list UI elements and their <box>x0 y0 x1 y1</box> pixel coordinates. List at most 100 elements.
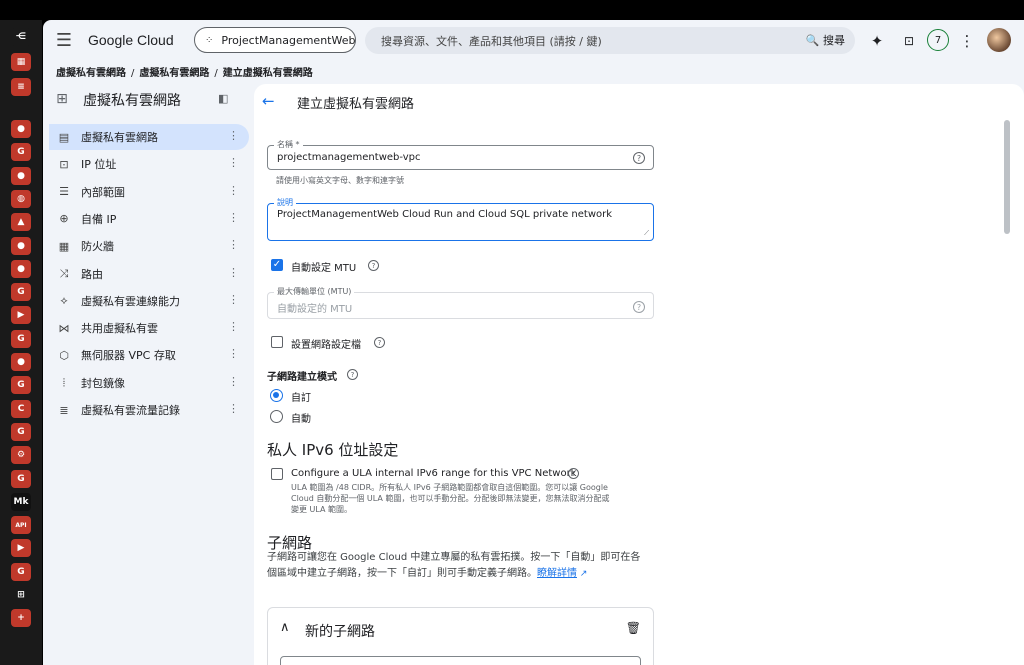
internal-ranges-icon: ☰ <box>59 185 69 199</box>
settings-icon[interactable]: ⚙ <box>11 446 31 465</box>
sidebar-item[interactable]: ⊕ 自備 IP ⋮ <box>49 206 249 232</box>
sidebar-item[interactable]: ⬡ 無伺服器 VPC 存取 ⋮ <box>49 342 249 368</box>
auto-mtu-label: 自動設定 MTU <box>291 263 357 274</box>
g-app-icon[interactable]: G <box>11 422 31 441</box>
github-icon[interactable]: ● <box>11 120 31 138</box>
drive-icon[interactable]: ▲ <box>11 213 31 232</box>
subnet-mode-custom-radio[interactable] <box>270 389 283 402</box>
auto-mtu-checkbox[interactable]: ✓ <box>271 259 283 271</box>
sidebar-item-label: 路由 <box>81 267 103 281</box>
github-icon[interactable]: ● <box>11 166 31 185</box>
chevron-up-icon[interactable]: ∧ <box>280 620 290 635</box>
breadcrumb: 虛擬私有雲網路 / 虛擬私有雲網路 / 建立虛擬私有雲網路 <box>56 68 313 79</box>
sidebar-item[interactable]: ▤ 虛擬私有雲網路 ⋮ <box>49 124 249 150</box>
add-icon[interactable]: + <box>11 609 31 628</box>
google-icon[interactable]: G <box>11 469 31 488</box>
search-list-icon[interactable]: ≡ <box>11 78 31 96</box>
sidebar-item[interactable]: ☰ 內部範圍 ⋮ <box>49 179 249 205</box>
scrollbar[interactable] <box>1004 120 1010 234</box>
sidebar-item[interactable]: ⦙ 封包鏡像 ⋮ <box>49 370 249 396</box>
sidebar-item[interactable]: ⋈ 共用虛擬私有雲 ⋮ <box>49 315 249 341</box>
sidebar-item[interactable]: ⤨ 路由 ⋮ <box>49 261 249 287</box>
search-bar[interactable]: 搜尋資源、文件、產品和其他項目 (請按 / 鍵) 🔍 搜尋 <box>365 27 855 54</box>
network-app-icon[interactable]: ⊞ <box>11 586 31 604</box>
more-vert-icon[interactable]: ⋮ <box>958 30 976 52</box>
sidebar-item[interactable]: ⊡ IP 位址 ⋮ <box>49 151 249 177</box>
help-icon[interactable]: ? <box>633 152 645 164</box>
github-icon[interactable]: ● <box>11 236 31 255</box>
more-vert-icon[interactable]: ⋮ <box>228 129 239 142</box>
youtube-icon[interactable]: ▶ <box>11 306 31 325</box>
help-icon[interactable]: ? <box>368 260 379 271</box>
brand-logo[interactable]: Google Cloud <box>88 32 174 48</box>
name-hint: 請使用小寫英文字母、數字和連字號 <box>276 176 404 185</box>
breadcrumb-vpc-networks[interactable]: 虛擬私有雲網路 <box>56 68 126 79</box>
help-icon: ? <box>633 301 645 313</box>
subnet-name-field[interactable] <box>280 656 641 665</box>
github-icon[interactable]: ● <box>11 353 31 371</box>
sidebar-toggle-icon[interactable]: ⋲ <box>11 28 31 46</box>
back-arrow-icon[interactable]: ← <box>262 92 275 110</box>
breadcrumb-vpc-networks-2[interactable]: 虛擬私有雲網路 <box>139 68 209 79</box>
sidebar-item[interactable]: ≣ 虛擬私有雲流量記錄 ⋮ <box>49 397 249 423</box>
g-app-icon[interactable]: G <box>11 376 31 395</box>
notifications-badge[interactable]: 7 <box>927 29 949 51</box>
github-icon[interactable]: ● <box>11 259 31 278</box>
external-link-icon[interactable]: ↗ <box>577 569 588 579</box>
more-vert-icon[interactable]: ⋮ <box>228 320 239 333</box>
sidebar-item[interactable]: ▦ 防火牆 ⋮ <box>49 233 249 259</box>
serverless-icon: ⬡ <box>59 348 69 362</box>
more-vert-icon[interactable]: ⋮ <box>228 156 239 169</box>
description-field-label: 說明 <box>274 197 296 208</box>
description-field-value[interactable]: ProjectManagementWeb Cloud Run and Cloud… <box>277 209 612 220</box>
mk-app-icon[interactable]: Mk <box>11 492 31 511</box>
subnet-mode-auto-label: 自動 <box>291 414 311 425</box>
resize-handle-icon[interactable]: ⟋ <box>644 229 649 238</box>
more-vert-icon[interactable]: ⋮ <box>228 266 239 279</box>
more-vert-icon[interactable]: ⋮ <box>228 293 239 306</box>
mtu-field: 最大傳輸單位 (MTU) 自動設定的 MTU ? <box>267 286 654 319</box>
api-app-icon[interactable]: API <box>11 516 31 535</box>
avatar[interactable] <box>987 28 1011 52</box>
google-icon[interactable]: G <box>11 283 31 302</box>
more-vert-icon[interactable]: ⋮ <box>228 402 239 415</box>
gemini-icon[interactable]: ✦ <box>866 30 888 52</box>
cloud-console-window: ☰ Google Cloud ⁘ ProjectManagementWeb 搜尋… <box>43 20 1024 665</box>
delete-icon[interactable]: 🗑 <box>626 621 641 635</box>
ula-description-line: ULA 範圍為 /48 CIDR。所有私人 IPv6 子網路範圍都會取自這個範圍… <box>291 483 608 492</box>
more-vert-icon[interactable]: ⋮ <box>228 211 239 224</box>
learn-more-link[interactable]: 瞭解詳情 <box>537 568 577 579</box>
byoip-icon: ⊕ <box>59 212 69 226</box>
project-picker[interactable]: ⁘ ProjectManagementWeb <box>194 27 356 53</box>
cloud-shell-icon[interactable]: ⊡ <box>898 30 920 52</box>
google-icon[interactable]: G <box>11 562 31 581</box>
search-input[interactable]: 搜尋資源、文件、產品和其他項目 (請按 / 鍵) <box>381 33 602 49</box>
more-vert-icon[interactable]: ⋮ <box>228 375 239 388</box>
name-field-value[interactable]: projectmanagementweb-vpc <box>277 152 420 163</box>
network-profile-checkbox[interactable] <box>271 336 283 348</box>
youtube-icon[interactable]: ▶ <box>11 539 31 558</box>
name-field[interactable]: 名稱 * projectmanagementweb-vpc ? <box>267 139 654 170</box>
help-icon[interactable]: ? <box>347 369 358 380</box>
google-icon[interactable]: G <box>11 143 31 162</box>
help-icon[interactable]: ? <box>374 337 385 348</box>
more-vert-icon[interactable]: ⋮ <box>228 238 239 251</box>
mtu-field-label: 最大傳輸單位 (MTU) <box>274 286 355 297</box>
google-icon[interactable]: G <box>11 329 31 348</box>
search-button[interactable]: 🔍 搜尋 <box>806 32 845 48</box>
more-vert-icon[interactable]: ⋮ <box>228 347 239 360</box>
network-profile-label: 設置網路設定檔 <box>291 340 361 351</box>
ula-checkbox[interactable] <box>271 468 283 480</box>
mtu-field-placeholder: 自動設定的 MTU <box>277 304 353 315</box>
globe-icon[interactable]: ◍ <box>11 189 31 208</box>
menu-icon[interactable]: ☰ <box>53 30 75 52</box>
description-field[interactable]: 說明 ProjectManagementWeb Cloud Run and Cl… <box>267 197 654 241</box>
more-vert-icon[interactable]: ⋮ <box>228 184 239 197</box>
collapse-sidebar-icon[interactable]: ◧ <box>218 92 228 105</box>
apps-grid-icon[interactable]: ▦ <box>11 53 31 71</box>
help-icon[interactable]: ? <box>568 468 579 479</box>
sidebar-item[interactable]: ⟡ 虛擬私有雲連線能力 ⋮ <box>49 288 249 314</box>
c-app-icon[interactable]: C <box>11 399 31 418</box>
sidebar-item-label: 封包鏡像 <box>81 376 125 390</box>
subnet-mode-auto-radio[interactable] <box>270 410 283 423</box>
